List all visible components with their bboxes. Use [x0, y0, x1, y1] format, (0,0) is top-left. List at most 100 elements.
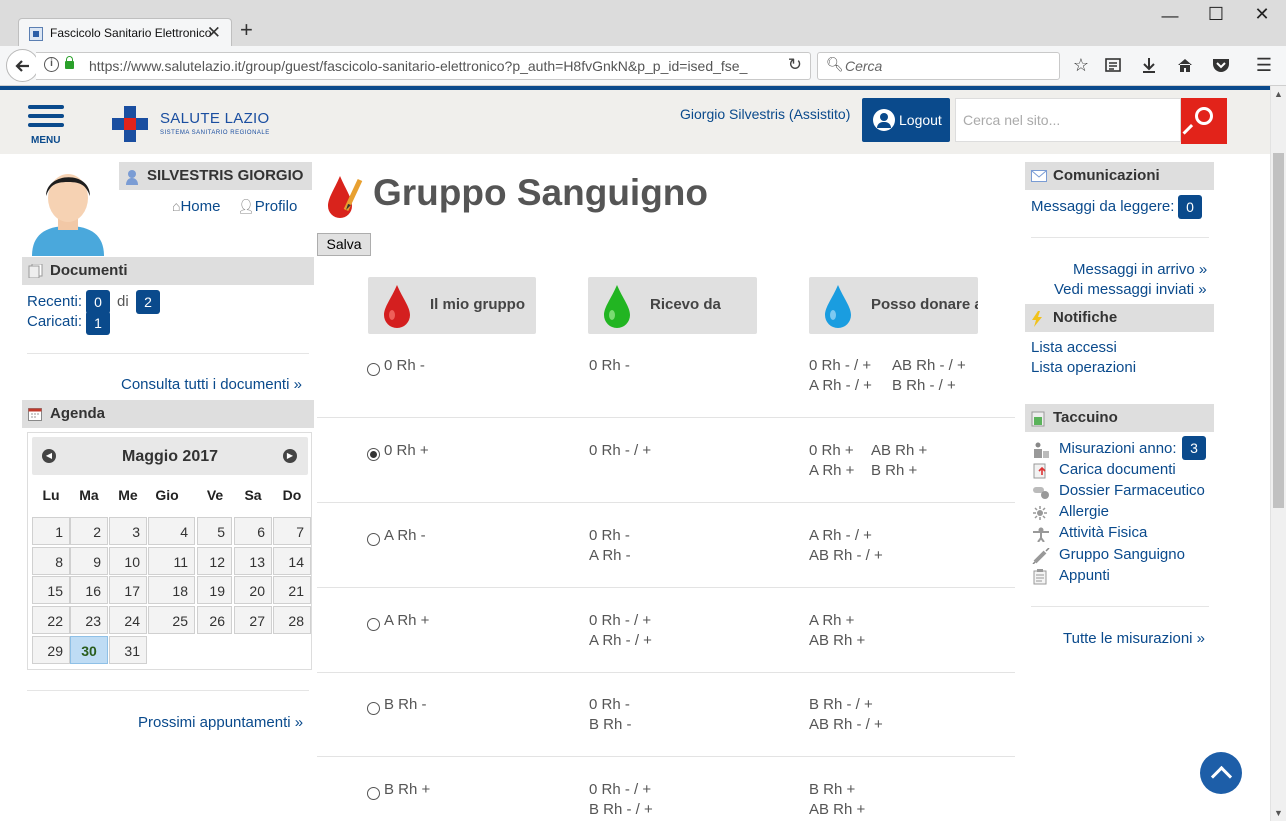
new-tab-button[interactable]: + — [240, 19, 253, 41]
recent-documents-label[interactable]: Recenti: — [27, 293, 82, 310]
notebook-item-link[interactable]: Appunti — [1059, 567, 1110, 584]
save-button[interactable]: Salva — [317, 233, 371, 256]
can-donate-to-value: AB Rh - / + — [892, 357, 966, 374]
calendar-day[interactable]: 18 — [148, 576, 195, 605]
calendar-day[interactable]: 20 — [234, 576, 272, 605]
scroll-to-top-button[interactable] — [1200, 752, 1242, 794]
notebook-item-link[interactable]: Allergie — [1059, 503, 1109, 520]
calendar-day[interactable]: 23 — [70, 606, 108, 635]
agenda-header: Agenda — [22, 400, 314, 428]
can-donate-to-value: 0 Rh - / + — [809, 357, 872, 374]
url-text[interactable]: https://www.salutelazio.it/group/guest/f… — [89, 58, 754, 74]
calendar-day[interactable]: 9 — [70, 546, 108, 575]
allergy-icon — [1032, 505, 1050, 521]
hamburger-menu-icon[interactable]: ☰ — [1252, 54, 1276, 76]
can-donate-to-value: B Rh - / + — [809, 696, 873, 713]
can-donate-to-column-header: Posso donare a — [809, 277, 978, 334]
calendar-day[interactable]: 15 — [32, 576, 70, 605]
calendar-day[interactable]: 21 — [273, 576, 311, 605]
weekday-label: Lu — [42, 487, 60, 503]
notebook-item-link[interactable]: Attività Fisica — [1059, 524, 1147, 541]
site-search-input[interactable]: Cerca nel sito... — [955, 98, 1181, 142]
unread-messages-label[interactable]: Messaggi da leggere: — [1031, 198, 1174, 215]
weekday-label: Sa — [244, 487, 262, 503]
maximize-window-icon[interactable]: ☐ — [1204, 4, 1228, 25]
next-month-icon[interactable]: ▶ — [283, 449, 297, 463]
all-documents-link[interactable]: Consulta tutti i documenti » — [121, 376, 302, 393]
calendar-day[interactable]: 27 — [234, 606, 272, 635]
notebook-item-link[interactable]: Carica documenti — [1059, 461, 1176, 478]
reading-list-icon[interactable] — [1101, 54, 1125, 78]
reload-icon[interactable]: ↻ — [788, 55, 802, 75]
calendar-day[interactable]: 8 — [32, 546, 70, 575]
browser-search-input[interactable]: 🔍︎ Cerca — [817, 52, 1060, 80]
close-tab-icon[interactable]: ✕ — [207, 23, 221, 43]
calendar-day[interactable]: 29 — [32, 635, 70, 664]
calendar-day[interactable]: 22 — [32, 606, 70, 635]
calendar-day[interactable]: 1 — [32, 517, 70, 545]
calendar-day[interactable]: 4 — [148, 517, 195, 545]
blood-group-radio[interactable] — [367, 363, 380, 376]
blood-group-radio[interactable] — [367, 787, 380, 800]
scroll-up-icon[interactable]: ▲ — [1274, 89, 1283, 99]
blood-group-radio[interactable] — [367, 618, 380, 631]
blood-group-radio[interactable] — [367, 448, 380, 461]
calendar-day[interactable]: 28 — [273, 606, 311, 635]
calendar-day[interactable]: 11 — [148, 546, 195, 575]
calendar-day[interactable]: 17 — [109, 576, 147, 605]
salute-lazio-logo[interactable]: SALUTE LAZIO SISTEMA SANITARIO REGIONALE — [112, 106, 272, 146]
sent-messages-link[interactable]: Vedi messaggi inviati » — [1054, 281, 1207, 298]
all-measurements-link[interactable]: Tutte le misurazioni » — [1063, 630, 1205, 647]
calendar-day[interactable]: 31 — [109, 635, 147, 664]
home-icon[interactable] — [1173, 54, 1197, 78]
close-window-icon[interactable]: ✕ — [1250, 4, 1274, 25]
calendar-day[interactable]: 2 — [70, 517, 108, 545]
notebook-header: Taccuino — [1025, 404, 1214, 432]
page-scrollbar[interactable]: ▲ ▼ — [1270, 86, 1286, 821]
scroll-down-icon[interactable]: ▼ — [1274, 808, 1283, 818]
scrollbar-thumb[interactable] — [1273, 153, 1284, 508]
back-button[interactable] — [6, 49, 39, 82]
notebook-item-link[interactable]: Gruppo Sanguigno — [1059, 546, 1185, 563]
profile-link[interactable]: 👤︎Profilo — [237, 198, 297, 215]
bookmark-star-icon[interactable]: ☆ — [1069, 54, 1093, 76]
operations-list-link[interactable]: Lista operazioni — [1031, 359, 1136, 376]
my-group-value: A Rh - — [384, 527, 426, 544]
access-list-link[interactable]: Lista accessi — [1031, 339, 1117, 356]
inbox-link[interactable]: Messaggi in arrivo » — [1073, 261, 1207, 278]
documents-icon — [28, 263, 43, 279]
uploaded-documents-label[interactable]: Caricati: — [27, 313, 82, 330]
home-link[interactable]: ⌂Home — [172, 198, 220, 215]
info-icon[interactable]: i — [44, 57, 59, 72]
calendar-day-today[interactable]: 30 — [70, 635, 108, 664]
calendar-day[interactable]: 10 — [109, 546, 147, 575]
site-search-button[interactable] — [1181, 98, 1227, 144]
calendar-day[interactable]: 26 — [197, 606, 232, 635]
calendar-day[interactable]: 13 — [234, 546, 272, 575]
next-appointments-link[interactable]: Prossimi appuntamenti » — [138, 714, 303, 731]
calendar-day[interactable]: 6 — [234, 517, 272, 545]
download-icon[interactable] — [1137, 54, 1161, 78]
calendar-day[interactable]: 3 — [109, 517, 147, 545]
browser-tab[interactable]: Fascicolo Sanitario Elettronico ✕ — [18, 18, 232, 48]
menu-button[interactable]: MENU — [28, 105, 64, 146]
calendar-day[interactable]: 19 — [197, 576, 232, 605]
logout-button[interactable]: Logout — [862, 98, 950, 142]
notebook-item-link[interactable]: Misurazioni anno: — [1059, 440, 1177, 457]
url-bar[interactable]: i https://www.salutelazio.it/group/guest… — [36, 52, 811, 80]
of-label: di — [117, 293, 129, 310]
calendar-day[interactable]: 24 — [109, 606, 147, 635]
pocket-icon[interactable] — [1209, 54, 1233, 78]
calendar-day[interactable]: 12 — [197, 546, 232, 575]
calendar-day[interactable]: 7 — [273, 517, 311, 545]
exercise-icon — [1032, 526, 1050, 543]
blood-group-radio[interactable] — [367, 533, 380, 546]
calendar-day[interactable]: 16 — [70, 576, 108, 605]
calendar-day[interactable]: 5 — [197, 517, 232, 545]
notebook-item-link[interactable]: Dossier Farmaceutico — [1059, 482, 1205, 499]
row-divider — [317, 587, 1015, 588]
calendar-day[interactable]: 25 — [148, 606, 195, 635]
calendar-day[interactable]: 14 — [273, 546, 311, 575]
minimize-window-icon[interactable]: — — [1158, 6, 1182, 26]
blood-group-radio[interactable] — [367, 702, 380, 715]
